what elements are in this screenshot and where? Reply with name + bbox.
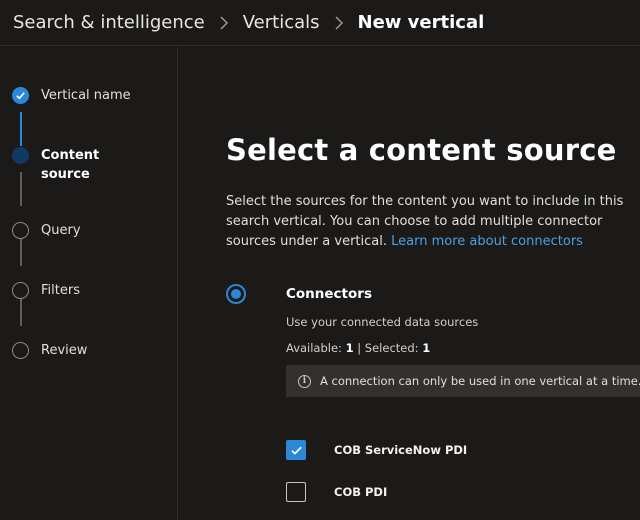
connectors-radio[interactable] <box>226 284 246 304</box>
step-review[interactable]: Review <box>12 342 87 360</box>
step-label: Filters <box>41 283 80 298</box>
connector-label: COB ServiceNow PDI <box>334 443 468 457</box>
count-separator: | <box>357 341 362 355</box>
chevron-right-icon <box>334 16 344 30</box>
connectors-title: Connectors <box>286 286 372 302</box>
pending-step-dot-icon <box>12 222 29 239</box>
wizard-stepper: Vertical name Content source Query Filte… <box>0 47 178 520</box>
checkbox-unchecked[interactable] <box>286 482 306 502</box>
checkbox-checked[interactable] <box>286 440 306 460</box>
connector-option-cob-pdi[interactable]: COB PDI <box>286 482 387 502</box>
step-content-source[interactable]: Content source <box>12 147 121 184</box>
info-message-bar: i A connection can only be used in one v… <box>286 365 640 397</box>
radio-selected-dot-icon <box>231 289 241 299</box>
learn-more-link[interactable]: Learn more about connectors <box>391 234 583 249</box>
step-query[interactable]: Query <box>12 222 81 240</box>
page-title: Select a content source <box>226 133 617 167</box>
connector-label: COB PDI <box>334 485 388 499</box>
connectors-subtitle: Use your connected data sources <box>286 315 479 329</box>
checkmark-icon <box>12 87 29 104</box>
selected-count: 1 <box>422 341 431 355</box>
pending-step-dot-icon <box>12 342 29 359</box>
connector-counts: Available: 1 | Selected: 1 <box>286 341 430 355</box>
step-label: Query <box>41 223 81 238</box>
connector-option-servicenow[interactable]: COB ServiceNow PDI <box>286 440 467 460</box>
step-label: Review <box>41 343 88 358</box>
available-label: Available: <box>286 341 342 355</box>
page-description: Select the sources for the content you w… <box>226 192 626 252</box>
breadcrumb-item-verticals[interactable]: Verticals <box>243 12 320 33</box>
selected-label: Selected: <box>364 341 419 355</box>
breadcrumb: Search & intelligence Verticals New vert… <box>0 0 640 46</box>
info-message-text: A connection can only be used in one ver… <box>320 374 640 388</box>
available-count: 1 <box>345 341 354 355</box>
checkmark-icon <box>290 446 302 455</box>
step-connector <box>20 112 22 146</box>
breadcrumb-item-new-vertical: New vertical <box>357 12 485 33</box>
step-vertical-name[interactable]: Vertical name <box>12 87 131 105</box>
current-step-dot-icon <box>12 147 29 164</box>
main-content: Select a content source Select the sourc… <box>178 47 640 520</box>
step-label: Vertical name <box>41 88 131 103</box>
step-filters[interactable]: Filters <box>12 282 80 300</box>
step-label: Content source <box>41 148 100 182</box>
info-icon: i <box>298 374 311 388</box>
breadcrumb-item-search-intelligence[interactable]: Search & intelligence <box>13 12 205 33</box>
pending-step-dot-icon <box>12 282 29 299</box>
chevron-right-icon <box>219 16 229 30</box>
